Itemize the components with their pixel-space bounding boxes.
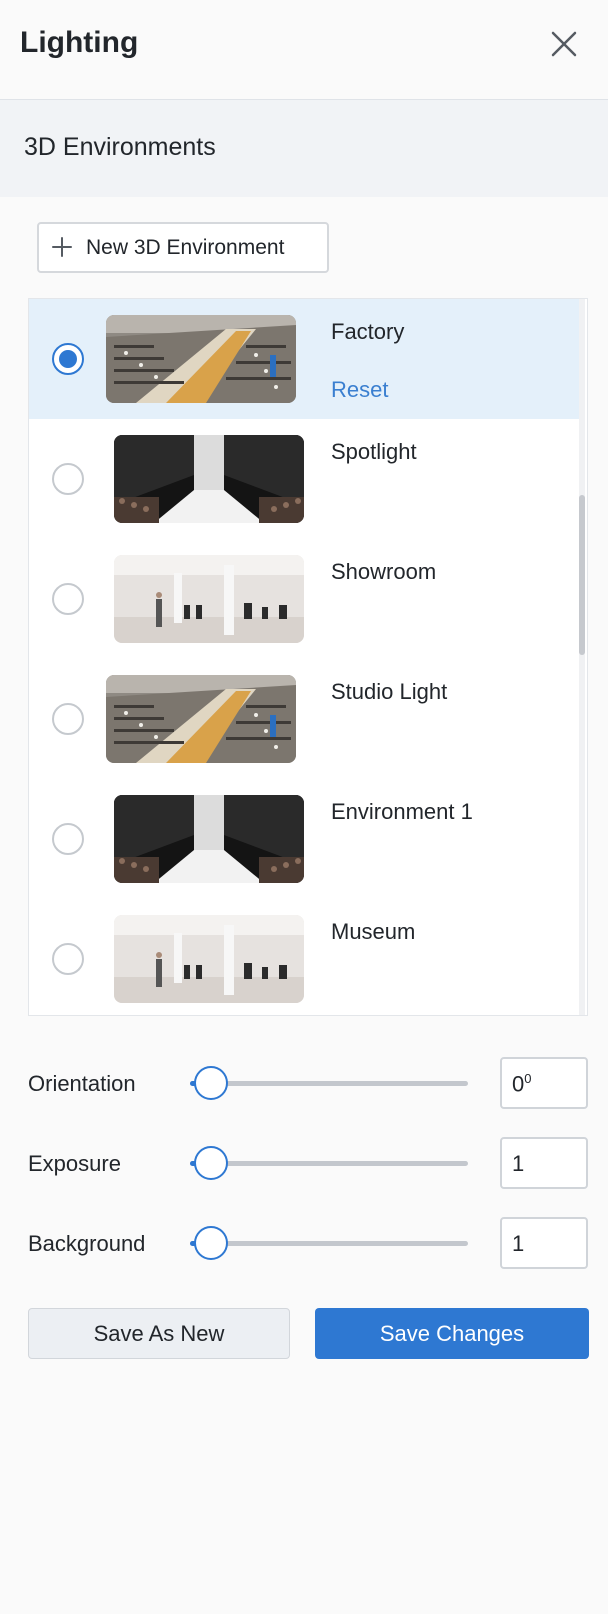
plus-icon xyxy=(52,237,72,257)
environment-item-spotlight[interactable]: Spotlight xyxy=(29,419,581,539)
background-input[interactable]: 1 xyxy=(500,1217,588,1269)
section-title: 3D Environments xyxy=(24,133,216,161)
new-environment-label: New 3D Environment xyxy=(86,236,285,259)
reset-link[interactable]: Reset xyxy=(331,377,388,403)
environment-list[interactable]: Factory Reset Spotlight Showroom Studio … xyxy=(28,298,588,1016)
environment-name: Museum xyxy=(331,919,416,944)
degree-unit: 0 xyxy=(524,1071,532,1086)
environment-thumbnail xyxy=(114,795,304,883)
environment-item-environment-1[interactable]: Environment 1 xyxy=(29,779,581,899)
environment-name: Studio Light xyxy=(331,679,448,704)
panel-title: Lighting xyxy=(20,26,139,59)
environment-name: Spotlight xyxy=(331,439,417,464)
orientation-slider-handle[interactable] xyxy=(194,1066,228,1100)
environment-item-museum[interactable]: Museum xyxy=(29,899,581,1015)
close-icon[interactable] xyxy=(548,28,580,60)
save-as-new-button[interactable]: Save As New xyxy=(28,1308,290,1359)
orientation-input[interactable]: 00 xyxy=(500,1057,588,1109)
background-label: Background xyxy=(28,1231,146,1256)
radio-button[interactable] xyxy=(52,343,84,375)
exposure-control: Exposure 1 xyxy=(0,1137,608,1189)
radio-button[interactable] xyxy=(52,583,84,615)
exposure-slider-handle[interactable] xyxy=(194,1146,228,1180)
background-slider-handle[interactable] xyxy=(194,1226,228,1260)
environment-name: Factory xyxy=(331,319,405,344)
environment-item-showroom[interactable]: Showroom xyxy=(29,539,581,659)
radio-button[interactable] xyxy=(52,943,84,975)
background-slider-track[interactable] xyxy=(190,1241,468,1246)
new-environment-button[interactable]: New 3D Environment xyxy=(37,222,329,273)
orientation-slider-track[interactable] xyxy=(190,1081,468,1086)
environment-name: Environment 1 xyxy=(331,799,473,824)
exposure-slider-track[interactable] xyxy=(190,1161,468,1166)
orientation-control: Orientation 00 xyxy=(0,1057,608,1109)
environment-thumbnail xyxy=(114,555,304,643)
environment-name: Showroom xyxy=(331,559,437,584)
environment-thumbnail xyxy=(114,915,304,1003)
orientation-value: 0 xyxy=(512,1071,525,1097)
environment-item-factory[interactable]: Factory Reset xyxy=(29,299,581,419)
orientation-label: Orientation xyxy=(28,1071,136,1096)
environment-thumbnail xyxy=(106,675,296,763)
environment-thumbnail xyxy=(114,435,304,523)
background-control: Background 1 xyxy=(0,1217,608,1269)
save-changes-button[interactable]: Save Changes xyxy=(315,1308,589,1359)
radio-button[interactable] xyxy=(52,703,84,735)
exposure-input[interactable]: 1 xyxy=(500,1137,588,1189)
exposure-label: Exposure xyxy=(28,1151,121,1176)
panel-header: Lighting xyxy=(0,0,608,100)
list-scrollbar-thumb[interactable] xyxy=(579,495,585,655)
environment-item-studio-light[interactable]: Studio Light xyxy=(29,659,581,779)
section-header: 3D Environments xyxy=(0,100,608,197)
radio-button[interactable] xyxy=(52,463,84,495)
list-scrollbar-track[interactable] xyxy=(579,299,585,1015)
environment-thumbnail xyxy=(106,315,296,403)
radio-button[interactable] xyxy=(52,823,84,855)
